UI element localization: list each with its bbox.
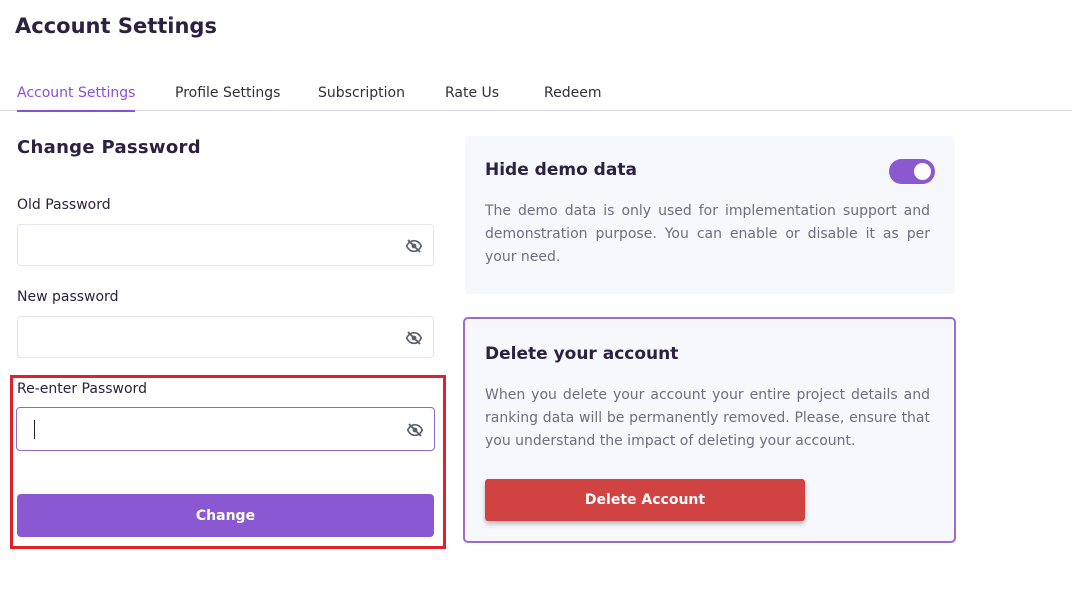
new-password-label: New password (17, 289, 119, 305)
eye-off-icon[interactable] (407, 422, 423, 438)
tab-account-settings[interactable]: Account Settings (17, 84, 136, 112)
hide-demo-data-card: Hide demo data The demo data is only use… (465, 136, 955, 294)
delete-account-card: Delete your account When you delete your… (463, 317, 956, 543)
toggle-knob (914, 163, 931, 180)
eye-off-icon[interactable] (406, 330, 422, 346)
change-password-title: Change Password (17, 137, 201, 158)
delete-account-title: Delete your account (485, 344, 679, 364)
eye-off-icon[interactable] (406, 238, 422, 254)
change-password-button[interactable]: Change (17, 494, 434, 537)
reenter-password-label: Re-enter Password (17, 381, 147, 397)
page-title: Account Settings (15, 14, 217, 38)
hide-demo-data-toggle[interactable] (889, 159, 935, 184)
delete-account-description: When you delete your account your entire… (485, 387, 930, 449)
delete-account-button[interactable]: Delete Account (485, 479, 805, 521)
new-password-field (17, 316, 434, 358)
old-password-field (17, 224, 434, 266)
reenter-password-input[interactable] (29, 416, 399, 442)
tab-bar: Account Settings Profile Settings Subscr… (0, 84, 1072, 112)
old-password-label: Old Password (17, 197, 111, 213)
new-password-input[interactable] (30, 325, 400, 351)
reenter-password-field (16, 407, 435, 451)
tab-subscription[interactable]: Subscription (318, 84, 405, 111)
tab-redeem[interactable]: Redeem (544, 84, 601, 111)
hide-demo-data-title: Hide demo data (485, 160, 637, 180)
hide-demo-data-description: The demo data is only used for implement… (485, 203, 930, 265)
old-password-input[interactable] (30, 233, 400, 259)
tab-rate-us[interactable]: Rate Us (445, 84, 499, 111)
text-caret (34, 420, 35, 439)
tab-profile-settings[interactable]: Profile Settings (175, 84, 280, 111)
